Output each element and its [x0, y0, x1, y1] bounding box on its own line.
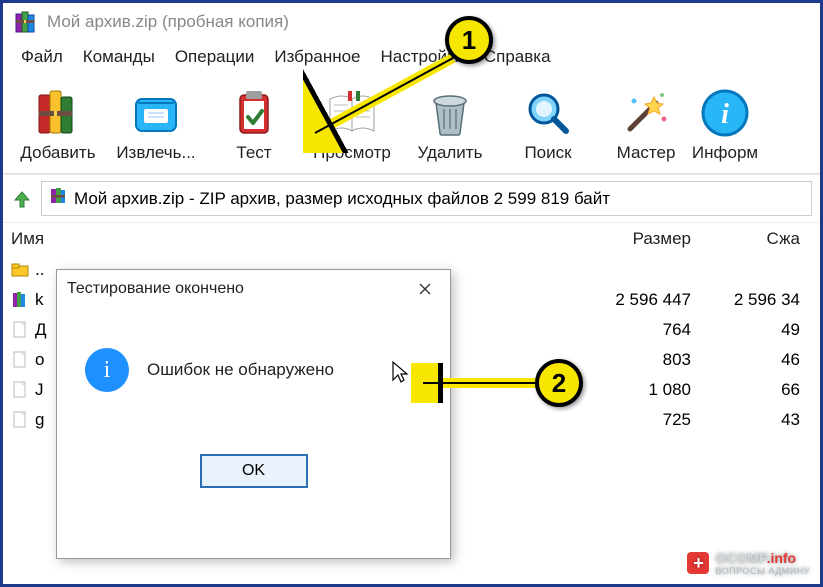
open-book-icon [324, 85, 380, 141]
up-arrow-icon[interactable] [11, 188, 33, 210]
file-icon [11, 381, 29, 399]
magnifier-icon [520, 85, 576, 141]
annotation-marker-2: 2 [535, 359, 583, 407]
dialog-message: Ошибок не обнаружено [147, 360, 334, 380]
toolbar-test-button[interactable]: Тест [205, 81, 303, 167]
column-packed[interactable]: Сжа [691, 229, 812, 249]
dialog-ok-button[interactable]: OK [200, 454, 308, 488]
annotation-marker-1: 1 [445, 16, 493, 64]
file-icon [11, 321, 29, 339]
toolbar-add-button[interactable]: Добавить [9, 81, 107, 167]
test-complete-dialog: Тестирование окончено i Ошибок не обнару… [56, 269, 451, 559]
magic-wand-icon [618, 85, 674, 141]
column-name[interactable]: Имя [11, 229, 571, 249]
menu-bar: Файл Команды Операции Избранное Настройк… [3, 41, 820, 77]
archive-file-icon [48, 186, 68, 211]
info-circle-icon: i [85, 348, 129, 392]
toolbar-label: Извлечь... [116, 143, 195, 163]
books-stack-icon [30, 85, 86, 141]
clipboard-check-icon [226, 85, 282, 141]
svg-text:i: i [721, 99, 729, 130]
winrar-app-icon [13, 9, 39, 35]
toolbar-label: Поиск [524, 143, 571, 163]
toolbar-label: Просмотр [313, 143, 391, 163]
mouse-cursor-icon [391, 360, 411, 388]
toolbar-delete-button[interactable]: Удалить [401, 81, 499, 167]
toolbar-find-button[interactable]: Поиск [499, 81, 597, 167]
path-bar: Мой архив.zip - ZIP архив, размер исходн… [3, 174, 820, 223]
toolbar-label: Информ [692, 143, 758, 163]
info-icon: i [697, 85, 753, 141]
dialog-close-button[interactable] [410, 276, 440, 302]
menu-favorites[interactable]: Избранное [264, 45, 370, 69]
toolbar-label: Мастер [617, 143, 676, 163]
file-icon [11, 411, 29, 429]
file-icon [11, 351, 29, 369]
folder-up-icon [11, 261, 29, 279]
window-titlebar: Мой архив.zip (пробная копия) [3, 3, 820, 41]
folder-open-icon [128, 85, 184, 141]
window-title: Мой архив.zip (пробная копия) [47, 12, 289, 32]
trash-icon [422, 85, 478, 141]
toolbar-info-button[interactable]: i Информ [695, 81, 755, 167]
column-headers: Имя Размер Сжа [3, 223, 820, 255]
toolbar-label: Удалить [418, 143, 483, 163]
column-size[interactable]: Размер [571, 229, 691, 249]
menu-commands[interactable]: Команды [73, 45, 165, 69]
toolbar-view-button[interactable]: Просмотр [303, 81, 401, 167]
menu-file[interactable]: Файл [11, 45, 73, 69]
address-text: Мой архив.zip - ZIP архив, размер исходн… [74, 189, 610, 209]
menu-operations[interactable]: Операции [165, 45, 265, 69]
archive-file-icon [11, 291, 29, 309]
watermark: + OCOMP.info ВОПРОСЫ АДМИНУ [687, 550, 810, 576]
dialog-title: Тестирование окончено [67, 280, 244, 298]
address-field[interactable]: Мой архив.zip - ZIP архив, размер исходн… [41, 181, 812, 216]
plus-badge-icon: + [687, 552, 709, 574]
toolbar-label: Добавить [20, 143, 95, 163]
toolbar: Добавить Извлечь... [3, 77, 820, 174]
toolbar-label: Тест [236, 143, 271, 163]
toolbar-wizard-button[interactable]: Мастер [597, 81, 695, 167]
toolbar-extract-button[interactable]: Извлечь... [107, 81, 205, 167]
